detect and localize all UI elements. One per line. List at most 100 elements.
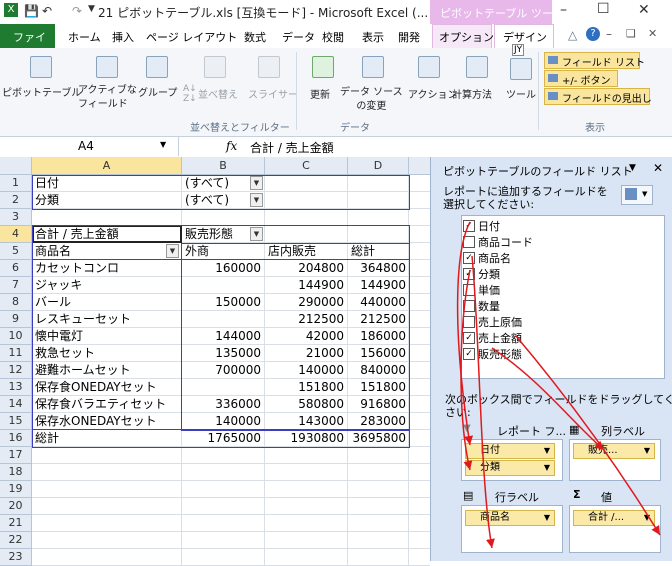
tab-page-layout[interactable]: ページ レイアウト	[146, 29, 237, 45]
pane-close-icon[interactable]: ✕	[653, 161, 663, 175]
pivot-row-label[interactable]: 保存食バラエティセット	[35, 396, 181, 412]
row-header[interactable]: 14	[0, 396, 32, 413]
pivot-grand-total-cell[interactable]: 1930800	[266, 430, 344, 446]
checkbox-checked-icon[interactable]: ✓	[463, 268, 475, 280]
row-header[interactable]: 19	[0, 481, 32, 498]
pivot-column-header[interactable]: 外商	[185, 243, 263, 259]
pivot-row-label[interactable]: レスキューセット	[35, 311, 181, 327]
pivot-value-cell[interactable]: 144900	[349, 277, 406, 293]
row-header[interactable]: 9	[0, 311, 32, 328]
pivot-value-cell[interactable]: 290000	[266, 294, 344, 310]
row-header[interactable]: 3	[0, 209, 32, 226]
tab-insert[interactable]: 挿入	[112, 29, 134, 45]
worksheet-grid[interactable]: A B C D 1 2 3 4 5 6 7 8 9 10 11 12 13 14 15 16 17 18 19 20 2…	[0, 157, 431, 566]
pivot-value-cell[interactable]: 144000	[183, 328, 261, 344]
column-header-c[interactable]: C	[265, 157, 348, 175]
calculation-button[interactable]: 計算方法	[452, 86, 492, 101]
pivot-value-cell[interactable]: 440000	[349, 294, 406, 310]
tab-developer[interactable]: 開発	[398, 29, 420, 45]
maximize-icon[interactable]: ☐	[597, 1, 610, 17]
pivot-grand-total-cell[interactable]: 1765000	[183, 430, 261, 446]
row-header[interactable]: 13	[0, 379, 32, 396]
tab-view[interactable]: 表示	[362, 29, 384, 45]
pivot-value-cell[interactable]: 212500	[266, 311, 344, 327]
minimize-icon[interactable]: –	[560, 2, 567, 18]
group-button[interactable]: グループ	[138, 84, 177, 99]
pivot-row-label[interactable]: 保存食ONEDAYセット	[35, 379, 181, 395]
save-icon[interactable]: 💾	[24, 4, 39, 18]
pivot-value-cell[interactable]: 283000	[349, 413, 406, 429]
column-header-a[interactable]: A	[32, 157, 182, 175]
row-header[interactable]: 16	[0, 430, 32, 447]
pivot-value-cell[interactable]: 212500	[349, 311, 406, 327]
pivot-row-label[interactable]: 保存水ONEDAYセット	[35, 413, 181, 429]
row-header[interactable]: 6	[0, 260, 32, 277]
column-header-b[interactable]: B	[182, 157, 265, 175]
pivot-table-button[interactable]: ピボットテーブル	[2, 84, 81, 99]
mini-restore-icon[interactable]: ❑	[626, 27, 636, 40]
pivot-row-label[interactable]: ジャッキ	[35, 277, 181, 293]
tab-options[interactable]: オプション	[432, 24, 494, 49]
row-header[interactable]: 7	[0, 277, 32, 294]
pivot-value-cell[interactable]	[183, 277, 261, 293]
pivot-column-header[interactable]: 店内販売	[268, 243, 346, 259]
sort-button[interactable]: 並べ替え	[198, 86, 238, 101]
field-list-button[interactable]: フィールド リスト	[544, 52, 645, 69]
pivot-value-cell[interactable]: 21000	[266, 345, 344, 361]
pivot-value-cell[interactable]: 840000	[349, 362, 406, 378]
filter-item-date[interactable]: 日付 ▼	[465, 443, 555, 459]
name-box[interactable]: A4 ▼	[0, 137, 179, 156]
pivot-row-label[interactable]: カセットコンロ	[35, 260, 181, 276]
action-button[interactable]: アクション	[408, 86, 458, 101]
pivot-value-cell[interactable]: 144900	[266, 277, 344, 293]
row-header[interactable]: 17	[0, 447, 32, 464]
plusminus-buttons-toggle[interactable]: +/- ボタン	[544, 70, 618, 87]
pivot-column-field-label[interactable]: 販売形態	[185, 226, 251, 242]
row-header[interactable]: 10	[0, 328, 32, 345]
checkbox-unchecked-icon[interactable]	[463, 300, 475, 312]
pivot-value-cell[interactable]: 364800	[349, 260, 406, 276]
mini-minimize-icon[interactable]: –	[606, 27, 612, 41]
pivot-row-label[interactable]: 懐中電灯	[35, 328, 181, 344]
pivot-value-cell[interactable]	[183, 311, 261, 327]
pivot-filter-value-category[interactable]: (すべて)	[185, 192, 251, 208]
redo-icon[interactable]: ↷	[72, 4, 82, 18]
pivot-value-cell[interactable]: 700000	[183, 362, 261, 378]
checkbox-unchecked-icon[interactable]	[463, 284, 475, 296]
pivot-value-cell[interactable]: 140000	[266, 362, 344, 378]
name-box-dropdown-icon[interactable]: ▼	[160, 140, 166, 149]
pivot-row-field-label[interactable]: 商品名	[35, 243, 165, 259]
filter-dropdown-icon[interactable]: ▼	[250, 176, 263, 190]
formula-content[interactable]: 合計 / 売上金額	[250, 139, 334, 156]
pivot-value-cell[interactable]: 151800	[266, 379, 344, 395]
customize-qat-icon[interactable]: ▼	[88, 4, 95, 14]
column-header-d[interactable]: D	[348, 157, 409, 175]
pivot-value-cell[interactable]: 151800	[349, 379, 406, 395]
tab-file[interactable]: ファイル	[0, 24, 55, 60]
tab-formulas[interactable]: 数式	[244, 29, 266, 45]
pivot-value-cell[interactable]: 150000	[183, 294, 261, 310]
row-header[interactable]: 2	[0, 192, 32, 209]
checkbox-checked-icon[interactable]: ✓	[463, 220, 475, 232]
pivot-column-header[interactable]: 総計	[351, 243, 407, 259]
row-header[interactable]: 12	[0, 362, 32, 379]
pivot-filter-label-category[interactable]: 分類	[35, 192, 175, 208]
checkbox-checked-icon[interactable]: ✓	[463, 252, 475, 264]
pivot-value-cell[interactable]: 186000	[349, 328, 406, 344]
checkbox-checked-icon[interactable]: ✓	[463, 332, 475, 344]
row-header[interactable]: 23	[0, 549, 32, 566]
pivot-value-cell[interactable]: 156000	[349, 345, 406, 361]
active-field-button[interactable]: アクティブな フィールド	[78, 84, 137, 112]
slicer-button[interactable]: スライサー	[248, 86, 298, 101]
checkbox-checked-icon[interactable]: ✓	[463, 348, 475, 360]
tab-home[interactable]: ホーム	[68, 29, 101, 45]
mini-close-icon[interactable]: ✕	[648, 27, 657, 40]
row-header[interactable]: 11	[0, 345, 32, 362]
column-item-sales-type[interactable]: 販売... ▼	[573, 443, 655, 459]
help-icon[interactable]: ?	[586, 27, 600, 41]
checkbox-unchecked-icon[interactable]	[463, 236, 475, 248]
value-item-sum-sales[interactable]: 合計 /... ▼	[573, 510, 655, 526]
refresh-button[interactable]: 更新	[310, 86, 330, 101]
pivot-value-cell[interactable]: 140000	[183, 413, 261, 429]
pivot-value-cell[interactable]: 916800	[349, 396, 406, 412]
